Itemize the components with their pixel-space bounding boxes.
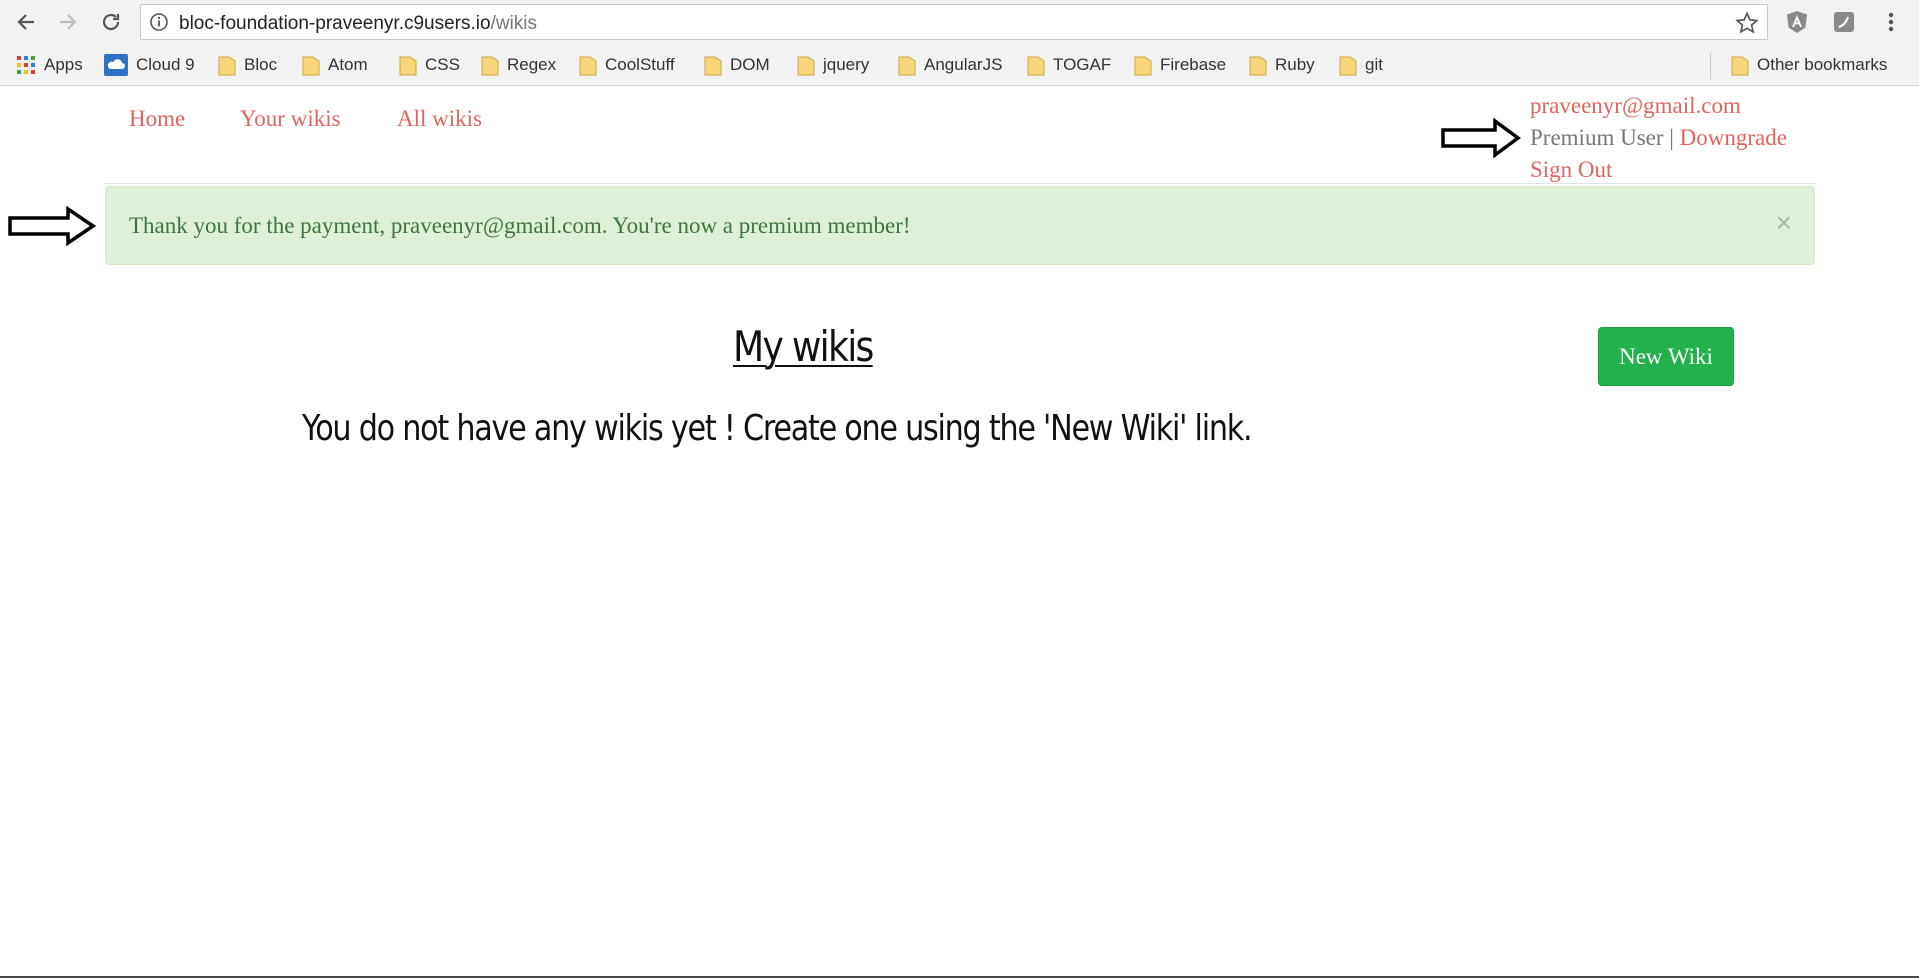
reload-icon	[102, 13, 120, 31]
page-title: My wikis	[733, 322, 874, 371]
bookmark-folder-firebase[interactable]: Firebase	[1134, 54, 1226, 76]
folder-icon	[1249, 56, 1267, 76]
empty-state-message: You do not have any wikis yet ! Create o…	[302, 408, 1253, 449]
url-host: bloc-foundation-praveenyr.c9users.io	[179, 13, 491, 34]
folder-icon	[1731, 56, 1749, 76]
annotation-arrow-icon	[8, 206, 96, 246]
bookmark-label: CSS	[425, 55, 460, 74]
bookmark-label: jquery	[823, 55, 870, 74]
bookmark-folder-git[interactable]: git	[1339, 54, 1383, 76]
nav-all-wikis-link[interactable]: All wikis	[397, 106, 482, 132]
downgrade-link[interactable]: Downgrade	[1680, 125, 1787, 150]
bookmark-other-bookmarks[interactable]: Other bookmarks	[1731, 54, 1887, 76]
bookmark-label: git	[1365, 55, 1383, 74]
folder-icon	[218, 56, 236, 76]
bookmark-label: AngularJS	[924, 55, 1003, 74]
bookmark-folder-dom[interactable]: DOM	[704, 54, 770, 76]
bookmark-folder-coolstuff[interactable]: CoolStuff	[579, 54, 675, 76]
bookmark-star-icon[interactable]	[1735, 11, 1759, 40]
extension-icon[interactable]	[1832, 10, 1856, 39]
folder-icon	[579, 56, 597, 76]
angular-extension-icon[interactable]	[1785, 10, 1809, 39]
reload-button[interactable]	[97, 8, 125, 36]
sign-out-link[interactable]: Sign Out	[1530, 157, 1612, 182]
info-icon[interactable]	[149, 12, 169, 37]
bookmark-label: Other bookmarks	[1757, 55, 1888, 74]
alert-message: Thank you for the payment, praveenyr@gma…	[129, 213, 911, 238]
folder-icon	[704, 56, 722, 76]
user-box: praveenyr@gmail.com Premium User | Downg…	[1530, 90, 1787, 186]
annotation-arrow-icon	[1441, 118, 1521, 158]
bookmark-label: Cloud 9	[136, 55, 195, 74]
url-text: bloc-foundation-praveenyr.c9users.io/wik…	[179, 13, 537, 35]
address-bar[interactable]: bloc-foundation-praveenyr.c9users.io/wik…	[140, 4, 1768, 40]
folder-icon	[481, 56, 499, 76]
forward-arrow-icon	[60, 14, 77, 30]
header-divider	[105, 183, 1815, 184]
back-arrow-icon	[17, 14, 34, 30]
back-button[interactable]	[12, 8, 40, 36]
folder-icon	[1339, 56, 1357, 76]
folder-icon	[302, 56, 320, 76]
cloud9-icon	[104, 54, 128, 76]
folder-icon	[898, 56, 916, 76]
window-bottom-edge	[0, 976, 1919, 978]
bookmark-folder-regex[interactable]: Regex	[481, 54, 556, 76]
bookmark-cloud9[interactable]: Cloud 9	[104, 54, 195, 76]
bookmark-folder-atom[interactable]: Atom	[302, 54, 368, 76]
bookmark-label: Atom	[328, 55, 368, 74]
bookmark-folder-togaf[interactable]: TOGAF	[1027, 54, 1111, 76]
folder-icon	[1027, 56, 1045, 76]
bookmark-label: Apps	[44, 55, 83, 74]
url-path: /wikis	[490, 13, 538, 34]
bookmark-label: DOM	[730, 55, 770, 74]
bookmark-label: Regex	[507, 55, 557, 74]
plan-status: Premium User |	[1530, 125, 1674, 150]
bookmark-folder-angularjs[interactable]: AngularJS	[898, 54, 1002, 76]
bookmark-label: Ruby	[1275, 55, 1315, 74]
menu-kebab-icon[interactable]	[1886, 10, 1896, 39]
bookmark-label: CoolStuff	[605, 55, 675, 74]
browser-toolbar: bloc-foundation-praveenyr.c9users.io/wik…	[0, 0, 1919, 45]
bookmark-label: Bloc	[244, 55, 278, 74]
nav-your-wikis-link[interactable]: Your wikis	[240, 106, 341, 132]
apps-grid-icon	[17, 56, 35, 74]
bookmark-apps[interactable]: Apps	[16, 54, 83, 76]
folder-icon	[797, 56, 815, 76]
bookmark-folder-css[interactable]: CSS	[399, 54, 460, 76]
new-wiki-button[interactable]: New Wiki	[1598, 327, 1734, 386]
nav-home-link[interactable]: Home	[129, 106, 185, 132]
bookmark-folder-jquery[interactable]: jquery	[797, 54, 869, 76]
bookmark-folder-ruby[interactable]: Ruby	[1249, 54, 1315, 76]
user-email-link[interactable]: praveenyr@gmail.com	[1530, 93, 1741, 118]
close-icon[interactable]: ×	[1776, 209, 1792, 237]
bookmark-label: TOGAF	[1053, 55, 1112, 74]
bookmark-folder-bloc[interactable]: Bloc	[218, 54, 277, 76]
forward-button[interactable]	[54, 8, 82, 36]
folder-icon	[1134, 56, 1152, 76]
folder-icon	[399, 56, 417, 76]
bookmarks-separator	[1710, 53, 1711, 79]
bookmark-label: Firebase	[1160, 55, 1227, 74]
bookmarks-bar: Apps Cloud 9 Bloc Atom CSS Regex CoolStu…	[0, 45, 1919, 86]
success-alert: Thank you for the payment, praveenyr@gma…	[105, 186, 1815, 265]
